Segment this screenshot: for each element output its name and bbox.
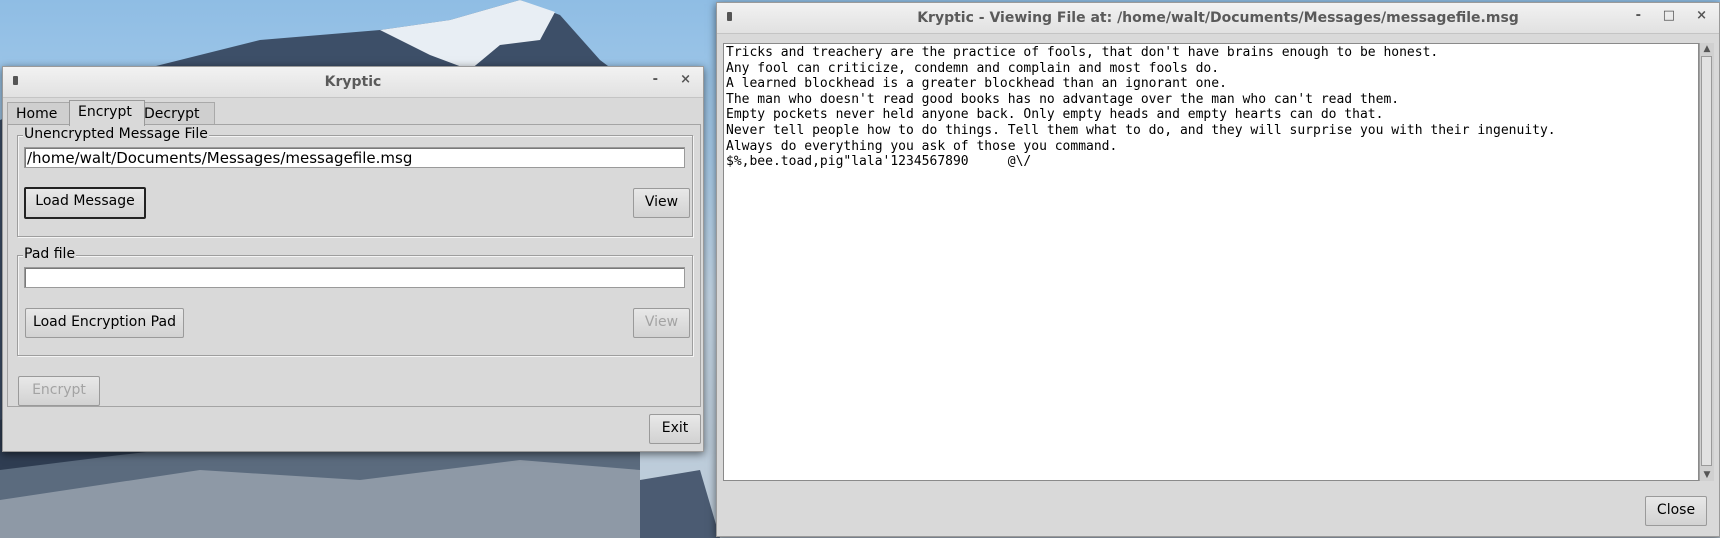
load-message-button[interactable]: Load Message [24, 187, 146, 219]
text-line: A learned blockhead is a greater blockhe… [726, 76, 1227, 92]
pad-path-field[interactable] [24, 267, 685, 288]
message-file-group: Unencrypted Message File /home/walt/Docu… [17, 126, 693, 237]
minimize-icon[interactable]: - [653, 72, 658, 87]
minimize-icon[interactable]: - [1636, 8, 1641, 23]
scroll-down-icon[interactable]: ▼ [1701, 469, 1713, 481]
text-line: Empty pockets never held anyone back. On… [726, 107, 1384, 123]
kryptic-viewer-window: Kryptic - Viewing File at: /home/walt/Do… [716, 2, 1720, 537]
exit-button[interactable]: Exit [649, 414, 701, 444]
main-window-titlebar[interactable]: Kryptic - × [3, 67, 703, 98]
tab-encrypt[interactable]: Encrypt [69, 100, 145, 126]
tab-home[interactable]: Home [7, 102, 71, 125]
message-file-group-label: Unencrypted Message File [23, 126, 209, 142]
view-pad-button[interactable]: View [633, 308, 690, 338]
encrypt-tab-panel: Unencrypted Message File /home/walt/Docu… [7, 124, 701, 407]
text-line: Tricks and treachery are the practice of… [726, 45, 1439, 60]
encrypt-button[interactable]: Encrypt [18, 376, 100, 406]
text-line: Always do everything you ask of those yo… [726, 138, 1118, 154]
main-window-title: Kryptic [324, 74, 382, 90]
view-message-button[interactable]: View [633, 188, 690, 218]
vertical-scrollbar[interactable]: ▲ ▼ [1699, 43, 1714, 481]
maximize-icon[interactable]: □ [1663, 8, 1675, 23]
pad-file-group-label: Pad file [23, 246, 77, 262]
text-line: Any fool can criticize, condemn and comp… [726, 60, 1220, 76]
message-path-field[interactable]: /home/walt/Documents/Messages/messagefil… [24, 147, 685, 168]
viewer-window-title: Kryptic - Viewing File at: /home/walt/Do… [917, 10, 1519, 26]
close-button[interactable]: Close [1645, 496, 1707, 526]
file-content-text[interactable]: Tricks and treachery are the practice of… [723, 43, 1699, 481]
load-encryption-pad-button[interactable]: Load Encryption Pad [25, 308, 184, 338]
pad-file-group: Pad file Load Encryption Pad View [17, 246, 693, 356]
text-line: Never tell people how to do things. Tell… [726, 122, 1556, 138]
kryptic-main-window: Kryptic - × Home Encrypt Decrypt Unencry… [2, 66, 704, 452]
scrollbar-thumb[interactable] [1701, 56, 1712, 466]
close-icon[interactable]: × [680, 72, 691, 87]
close-icon[interactable]: × [1696, 8, 1707, 23]
text-line: $%,bee.toad,pig"lala'1234567890 @\/ [726, 154, 1032, 170]
scroll-up-icon[interactable]: ▲ [1701, 43, 1713, 55]
text-line: The man who doesn't read good books has … [726, 91, 1400, 107]
viewer-window-titlebar[interactable]: Kryptic - Viewing File at: /home/walt/Do… [717, 3, 1719, 34]
tab-decrypt[interactable]: Decrypt [135, 102, 215, 125]
